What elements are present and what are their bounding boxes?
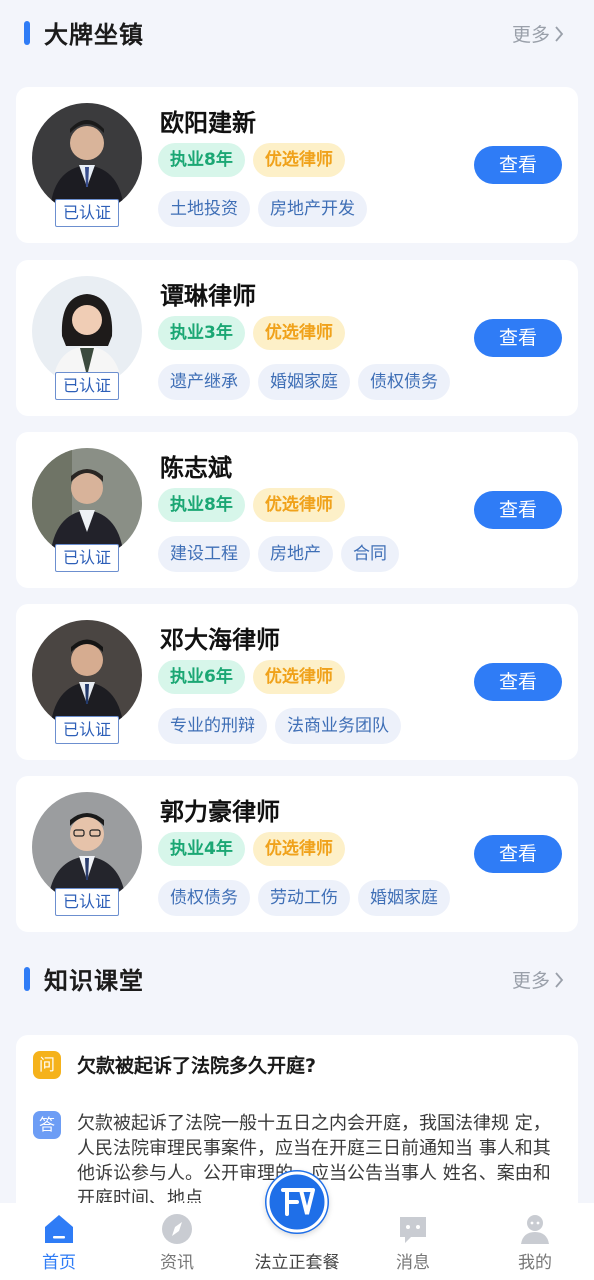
experience-tag: 执业3年: [158, 316, 245, 350]
featured-section-header: 大牌坐镇 更多: [0, 2, 594, 62]
package-tab-label[interactable]: 法立正套餐: [236, 1248, 358, 1273]
chevron-right-icon: [555, 25, 564, 42]
home-icon: [45, 1215, 73, 1243]
question-text: 欠款被起诉了法院多久开庭?: [77, 1055, 317, 1077]
verified-badge: 已认证: [55, 372, 119, 400]
lawyer-card[interactable]: 已认证 邓大海律师 执业6年 优选律师 专业的刑辩 法商业务团队 查看: [16, 604, 578, 760]
chat-icon: [400, 1217, 426, 1243]
preferred-lawyer-tag: 优选律师: [252, 316, 345, 350]
experience-tag: 执业8年: [158, 488, 245, 522]
view-button[interactable]: 查看: [474, 835, 562, 873]
experience-tag: 执业6年: [158, 660, 245, 694]
lawyer-name: 郭力豪律师: [160, 798, 280, 826]
preferred-lawyer-tag: 优选律师: [252, 832, 345, 866]
knowledge-section-header: 知识课堂 更多: [0, 948, 594, 1008]
preferred-lawyer-tag: 优选律师: [252, 143, 345, 177]
specialty-tag: 债权债务: [358, 364, 450, 400]
section-accent-bar: [24, 967, 30, 991]
question-icon: 问: [33, 1051, 61, 1079]
lawyer-name: 欧阳建新: [160, 109, 256, 137]
tab-label: 资讯: [160, 1253, 194, 1273]
specialty-tag: 合同: [341, 536, 399, 572]
specialty-tag: 债权债务: [158, 880, 250, 916]
specialty-tag: 劳动工伤: [258, 880, 350, 916]
lawyer-card[interactable]: 已认证 欧阳建新 执业8年 优选律师 土地投资 房地产开发 查看: [16, 87, 578, 243]
more-link[interactable]: 更多: [512, 966, 564, 993]
specialty-tag: 遗产继承: [158, 364, 250, 400]
specialty-tag: 建设工程: [158, 536, 250, 572]
avatar: [32, 620, 142, 730]
verified-badge: 已认证: [55, 716, 119, 744]
more-label: 更多: [511, 970, 550, 992]
lawyer-name: 谭琳律师: [160, 282, 256, 310]
specialty-tag: 婚姻家庭: [358, 880, 450, 916]
tab-label: 我的: [518, 1253, 552, 1273]
tab-label: 首页: [42, 1253, 76, 1273]
view-button[interactable]: 查看: [474, 663, 562, 701]
specialty-tag: 专业的刑辩: [158, 708, 267, 744]
chevron-right-icon: [555, 971, 564, 988]
tab-news[interactable]: 资讯: [118, 1203, 236, 1280]
tab-home[interactable]: 首页: [0, 1203, 118, 1280]
profile-icon: [521, 1215, 549, 1244]
lawyer-card[interactable]: 已认证 谭琳律师 执业3年 优选律师 遗产继承 婚姻家庭 债权债务 查看: [16, 260, 578, 416]
lawyer-name: 邓大海律师: [160, 626, 280, 654]
avatar: [32, 276, 142, 386]
view-button[interactable]: 查看: [474, 319, 562, 357]
avatar: [32, 103, 142, 213]
specialty-tag: 法商业务团队: [275, 708, 401, 744]
brand-logo-icon: [266, 1171, 328, 1233]
experience-tag: 执业4年: [158, 832, 245, 866]
answer-icon: 答: [33, 1111, 61, 1139]
verified-badge: 已认证: [55, 544, 119, 572]
section-title: 大牌坐镇: [44, 21, 144, 49]
preferred-lawyer-tag: 优选律师: [252, 660, 345, 694]
specialty-tag: 婚姻家庭: [258, 364, 350, 400]
more-label: 更多: [511, 24, 550, 46]
specialty-tag: 房地产开发: [258, 191, 367, 227]
verified-badge: 已认证: [55, 888, 119, 916]
section-title: 知识课堂: [44, 967, 144, 995]
lawyer-card[interactable]: 已认证 郭力豪律师 执业4年 优选律师 债权债务 劳动工伤 婚姻家庭 查看: [16, 776, 578, 932]
experience-tag: 执业8年: [158, 143, 245, 177]
avatar: [32, 448, 142, 558]
package-center-button[interactable]: [265, 1170, 329, 1234]
more-link[interactable]: 更多: [512, 20, 564, 47]
avatar: [32, 792, 142, 902]
view-button[interactable]: 查看: [474, 146, 562, 184]
specialty-tag: 房地产: [258, 536, 333, 572]
tab-label: 消息: [396, 1253, 430, 1273]
tab-profile[interactable]: 我的: [476, 1203, 594, 1280]
lawyer-name: 陈志斌: [160, 454, 232, 482]
compass-icon: [162, 1214, 192, 1244]
lawyer-card[interactable]: 已认证 陈志斌 执业8年 优选律师 建设工程 房地产 合同 查看: [16, 432, 578, 588]
specialty-tag: 土地投资: [158, 191, 250, 227]
view-button[interactable]: 查看: [474, 491, 562, 529]
verified-badge: 已认证: [55, 199, 119, 227]
section-accent-bar: [24, 21, 30, 45]
preferred-lawyer-tag: 优选律师: [252, 488, 345, 522]
tab-messages[interactable]: 消息: [354, 1203, 472, 1280]
